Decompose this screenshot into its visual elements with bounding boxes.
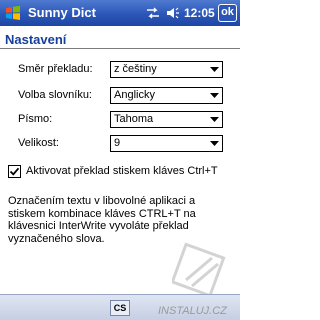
windows-start-icon[interactable] — [4, 4, 22, 22]
activate-checkbox[interactable] — [8, 165, 21, 178]
size-select[interactable]: 9 — [110, 135, 223, 152]
dropdown-arrow-icon[interactable] — [207, 136, 222, 151]
ok-button[interactable]: ok — [218, 4, 237, 22]
font-value: Tahoma — [114, 113, 154, 125]
dropdown-arrow-icon[interactable] — [207, 62, 222, 77]
direction-label: Směr překladu: — [18, 63, 93, 75]
watermark-text: INSTALUJ.CZ — [158, 305, 227, 317]
checkmark-icon — [9, 167, 20, 176]
input-panel-button[interactable]: CS — [110, 300, 130, 316]
help-text: Označením textu v libovolné aplikaci a s… — [8, 195, 196, 245]
font-label: Písmo: — [18, 113, 53, 125]
app-title: Sunny Dict — [28, 5, 96, 20]
direction-select[interactable]: z češtiny — [110, 61, 223, 78]
dictionary-label: Volba slovníku: — [18, 89, 92, 101]
heading-divider — [0, 48, 240, 49]
activate-checkbox-label[interactable]: Aktivovat překlad stiskem kláves Ctrl+T — [26, 165, 218, 177]
size-value: 9 — [114, 137, 121, 149]
speaker-icon[interactable] — [166, 6, 180, 20]
page-title: Nastavení — [5, 32, 67, 47]
clock[interactable]: 12:05 — [184, 6, 215, 20]
connectivity-icon[interactable] — [146, 7, 160, 19]
dropdown-arrow-icon[interactable] — [207, 88, 222, 103]
dictionary-select[interactable]: Anglicky — [110, 87, 223, 104]
watermark-logo-icon — [172, 242, 226, 298]
direction-value: z češtiny — [114, 63, 157, 75]
size-label: Velikost: — [18, 137, 59, 149]
title-bar: Sunny Dict 12:05 ok — [0, 0, 240, 26]
dictionary-value: Anglicky — [114, 89, 155, 101]
font-select[interactable]: Tahoma — [110, 111, 223, 128]
dropdown-arrow-icon[interactable] — [207, 112, 222, 127]
